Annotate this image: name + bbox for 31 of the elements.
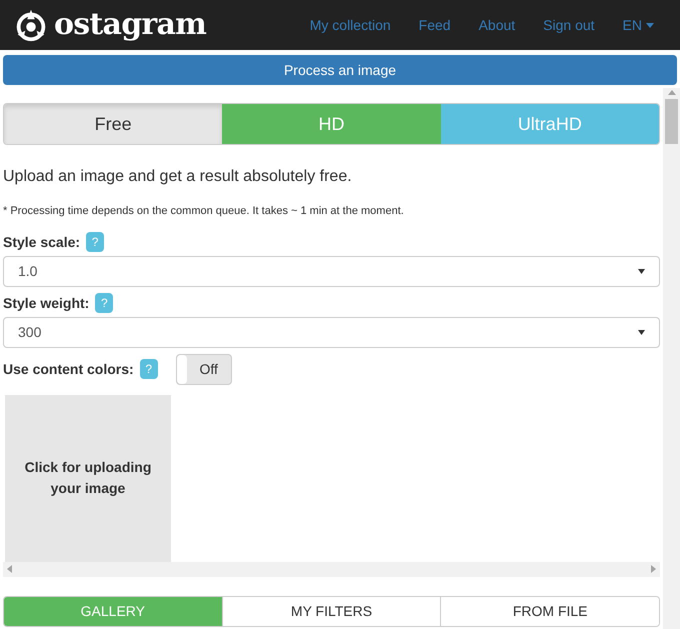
nav-link[interactable]: About (464, 14, 530, 36)
caret-icon (638, 268, 645, 274)
toggle-switch[interactable]: Off (176, 354, 232, 384)
process-image-button[interactable]: Process an image (3, 55, 677, 85)
upload-area[interactable]: Click for uploading your image (5, 394, 171, 562)
select-field[interactable]: 1.0 (3, 256, 660, 286)
processing-note: * Processing time depends on the common queue. It takes ~ 1 min at the moment. (3, 204, 405, 219)
field-label: Style scale: (3, 232, 80, 252)
source-tab[interactable]: FROM FILE (440, 596, 659, 626)
intro-text: Upload an image and get a result absolutely free. (3, 167, 353, 187)
field-label: Use content colors: (3, 360, 134, 378)
nav-link[interactable]: My collection (296, 14, 405, 36)
nav-link[interactable]: EN (608, 14, 668, 36)
brand-name[interactable]: ostagram (54, 10, 206, 40)
plan-tab[interactable]: HD (222, 104, 441, 144)
scrollbar-thumb[interactable] (665, 99, 678, 144)
help-badge[interactable]: ? (95, 293, 114, 313)
help-badge[interactable]: ? (86, 232, 104, 252)
plan-tab[interactable]: UltraHD (440, 104, 659, 144)
nav-link[interactable]: Sign out (529, 14, 609, 36)
field-label: Style weight: (3, 294, 90, 313)
nav-link[interactable]: Feed (404, 14, 465, 36)
select-field[interactable]: 300 (3, 316, 660, 348)
scroll-up-icon[interactable] (668, 90, 676, 95)
caret-icon (646, 22, 654, 28)
source-tab[interactable]: GALLERY (4, 596, 222, 626)
caret-icon (638, 330, 645, 334)
help-badge[interactable]: ? (140, 359, 158, 379)
scroll-left-icon[interactable] (7, 565, 12, 573)
scroll-right-icon[interactable] (651, 565, 656, 573)
plan-tab[interactable]: Free (4, 104, 222, 144)
